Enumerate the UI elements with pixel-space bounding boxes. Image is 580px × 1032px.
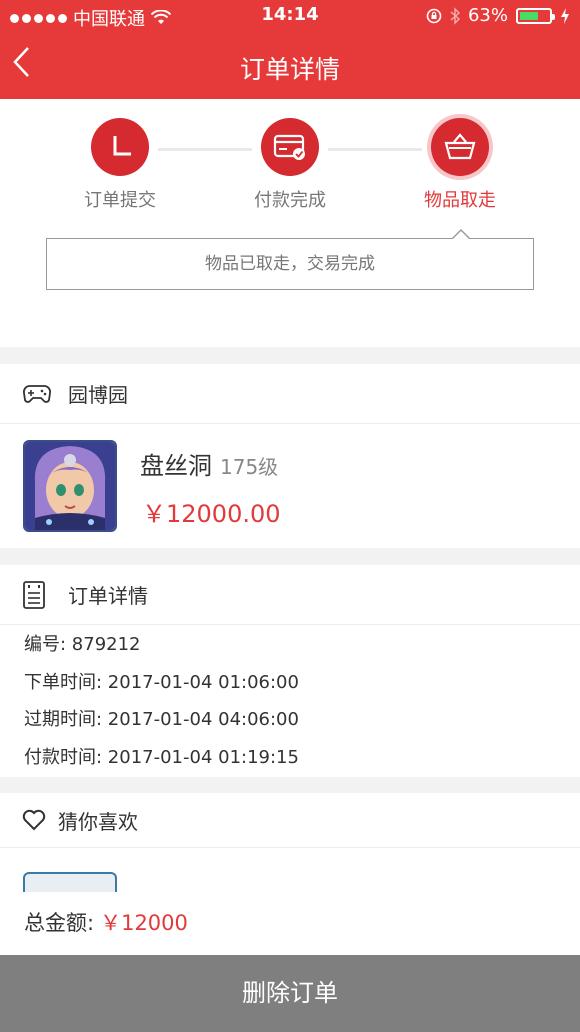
step-label: 物品取走 [424, 190, 496, 211]
order-details-card: 订单详情 编号: 879212 下单时间: 2017-01-04 01:06:0… [0, 565, 580, 777]
delete-order-button[interactable]: 删除订单 [0, 955, 580, 1032]
total-bar: 总金额: ￥12000 [0, 892, 580, 955]
shop-name: 园博园 [68, 383, 128, 407]
order-paid-time: 付款时间: 2017-01-04 01:19:15 [24, 746, 299, 768]
order-expire-time: 过期时间: 2017-01-04 04:06:00 [24, 709, 299, 730]
status-message: 物品已取走，交易完成 [46, 229, 534, 290]
product-level: 175级 [220, 455, 279, 479]
page-title: 订单详情 [239, 55, 340, 84]
recommend-item[interactable] [0, 848, 580, 898]
shop-card: 园博园 盘丝洞 175级 ￥12000.00 [0, 364, 580, 548]
product-item[interactable]: 盘丝洞 175级 ￥12000.00 [0, 424, 580, 548]
order-number: 编号: 879212 [24, 634, 141, 655]
step-label: 付款完成 [254, 190, 326, 211]
shop-header[interactable]: 园博园 [0, 364, 580, 424]
battery-icon [516, 7, 555, 24]
status-right: 63% [426, 5, 570, 26]
order-details-title: 订单详情 [68, 584, 148, 608]
recommend-title: 猜你喜欢 [58, 809, 138, 834]
step-label: 订单提交 [84, 190, 156, 211]
recommend-header: 猜你喜欢 [0, 793, 580, 848]
order-details-header: 订单详情 [0, 565, 580, 625]
product-image [23, 440, 117, 532]
step-item-picked-up: 物品取走 [390, 118, 530, 212]
charging-icon [561, 7, 569, 24]
card-check-icon [261, 118, 319, 176]
order-created-time: 下单时间: 2017-01-04 01:06:00 [24, 671, 299, 693]
step-payment-complete: 付款完成 [220, 118, 360, 212]
top-bar: 中国联通 14:14 63% 订单详情 [0, 0, 580, 99]
bluetooth-icon [450, 6, 460, 25]
status-bar: 中国联通 14:14 63% [0, 0, 580, 32]
order-progress: 订单提交 付款完成 物品取走 物品已取走，交易完成 [0, 99, 580, 347]
gamepad-icon [22, 379, 56, 409]
recommend-card: 猜你喜欢 [0, 793, 580, 898]
product-price: ￥12000.00 [142, 500, 281, 528]
order-details-list: 编号: 879212 下单时间: 2017-01-04 01:06:00 过期时… [0, 625, 580, 781]
clock-icon [91, 118, 149, 176]
battery-percent: 63% [467, 5, 508, 26]
basket-icon [431, 118, 489, 176]
rotation-lock-icon [426, 8, 442, 23]
document-icon [22, 580, 56, 610]
heart-icon [22, 805, 52, 835]
step-order-submitted: 订单提交 [50, 118, 190, 212]
total-label: 总金额: [24, 911, 95, 935]
product-name: 盘丝洞 [140, 452, 212, 480]
product-title: 盘丝洞 175级 [140, 446, 278, 481]
total-amount: ￥12000 [100, 911, 188, 935]
